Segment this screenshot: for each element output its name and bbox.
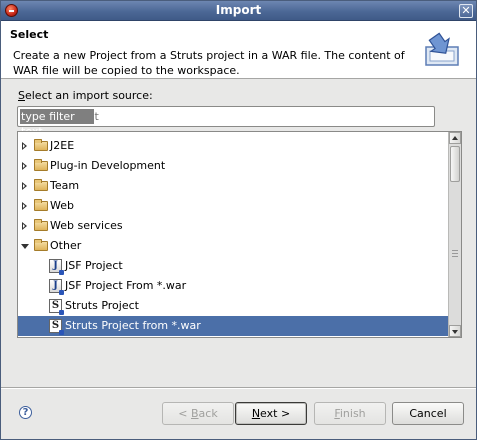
scroll-thumb[interactable] (450, 146, 460, 182)
import-dialog: Import ✕ Select Create a new Project fro… (0, 0, 477, 440)
folder-icon (34, 199, 48, 211)
expand-arrow-icon[interactable] (22, 182, 27, 190)
tree-item-web-services[interactable]: Web services (18, 216, 449, 236)
tree-item-label: Web services (50, 219, 123, 232)
tree-item-label: Team (50, 179, 80, 192)
tree-item-jsf-project-from-war[interactable]: J JSF Project From *.war (18, 276, 449, 296)
close-button[interactable]: ✕ (459, 4, 473, 18)
title-bar[interactable]: Import ✕ (1, 1, 476, 21)
tree-item-label: Web (50, 199, 74, 212)
back-button-rest: ack (198, 407, 218, 420)
tree-item-jsf-project[interactable]: J JSF Project (18, 256, 449, 276)
tree-item-struts-project-from-war[interactable]: S Struts Project from *.war (18, 316, 449, 336)
tree-item-label: JSF Project From *.war (65, 279, 187, 292)
import-source-mnemonic: S (18, 89, 25, 102)
filter-selected-text[interactable]: type filter text (20, 109, 94, 138)
cancel-button[interactable]: Cancel (392, 402, 464, 425)
jsf-project-icon: J (49, 259, 64, 275)
import-source-label-text: elect an import source: (24, 89, 153, 102)
collapse-arrow-icon[interactable] (21, 244, 29, 249)
tree-item-label: Struts Project from *.war (65, 319, 201, 332)
folder-icon (34, 139, 48, 151)
help-icon[interactable]: ? (19, 406, 32, 419)
struts-project-icon: S (49, 299, 64, 315)
next-button[interactable]: Next > (235, 402, 307, 425)
tree-item-label: J2EE (50, 139, 75, 152)
scroll-grip-icon (452, 250, 458, 257)
vertical-scrollbar[interactable] (448, 132, 461, 337)
banner-description: Create a new Project from a Struts proje… (13, 49, 405, 77)
back-button[interactable]: < Back (162, 402, 234, 425)
filter-field[interactable]: type filter text (17, 106, 435, 138)
tree-item-label: Struts Project (65, 299, 139, 312)
window-title: Import (215, 3, 262, 17)
banner-title: Select (10, 28, 49, 41)
folder-open-icon (34, 239, 48, 251)
import-source-tree[interactable]: J2EE Plug-in Development Team Web Web se… (17, 131, 462, 338)
tree-item-struts-project[interactable]: S Struts Project (18, 296, 449, 316)
expand-arrow-icon[interactable] (22, 142, 27, 150)
scroll-up-button[interactable] (449, 132, 461, 144)
import-wizard-icon (425, 32, 459, 66)
folder-icon (34, 159, 48, 171)
struts-project-icon: S (49, 319, 64, 335)
folder-icon (34, 219, 48, 231)
folder-icon (34, 179, 48, 191)
tree-item-web[interactable]: Web (18, 196, 449, 216)
tree-item-label: Other (50, 239, 82, 252)
next-button-mnemonic: N (251, 407, 261, 420)
expand-arrow-icon[interactable] (22, 202, 27, 210)
tree-item-team[interactable]: Team (18, 176, 449, 196)
import-source-label: Select an import source: (18, 89, 153, 102)
finish-button-rest: inish (339, 407, 366, 420)
jsf-project-icon: J (49, 279, 64, 295)
back-button-prefix: < (178, 407, 191, 420)
tree-item-j2ee[interactable]: J2EE (18, 136, 449, 156)
back-button-mnemonic: B (191, 407, 199, 420)
tree-item-label: JSF Project (65, 259, 123, 272)
expand-arrow-icon[interactable] (22, 222, 27, 230)
next-button-rest: ext > (260, 407, 291, 420)
finish-button[interactable]: Finish (314, 402, 386, 425)
button-bar-separator (1, 387, 476, 389)
scroll-down-button[interactable] (449, 325, 461, 337)
expand-arrow-icon[interactable] (22, 162, 27, 170)
tree-item-plugin-development[interactable]: Plug-in Development (18, 156, 449, 176)
tree-item-label: Plug-in Development (50, 159, 166, 172)
wizard-banner: Select Create a new Project from a Strut… (1, 21, 476, 79)
tree-item-other[interactable]: Other (18, 236, 449, 256)
